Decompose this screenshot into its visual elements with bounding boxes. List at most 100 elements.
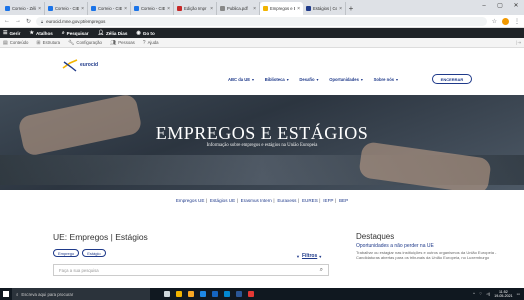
- windows-taskbar: ⌕ Escreva aqui para procurar ^ ⌔ ◁) 11:5…: [0, 288, 524, 300]
- toolbar-item-gerir[interactable]: ☰ Gerir: [3, 30, 20, 36]
- admin-item-pessoas[interactable]: 👥︎ Pessoas: [110, 40, 135, 46]
- document-icon: ▤: [3, 39, 8, 46]
- tag-estagio[interactable]: Estágio: [82, 249, 106, 257]
- app-app-icon[interactable]: [248, 291, 254, 297]
- close-tab-icon[interactable]: ×: [297, 6, 300, 12]
- url-text: eurocid.mne.gov.pt/empregos: [46, 18, 106, 24]
- destaques-headline[interactable]: Oportunidades a não perder na UE: [356, 243, 516, 249]
- link-separator: |: [236, 198, 238, 203]
- nav-item-biblioteca[interactable]: Biblioteca ▼: [265, 77, 290, 82]
- toolbar-item-label: Go to: [142, 30, 155, 36]
- chrome-app-icon[interactable]: [176, 291, 182, 297]
- toolbar-item-label: Zélia Dias: [105, 30, 128, 36]
- chevron-down-icon: ▾: [319, 253, 322, 259]
- admin-item-estrutura[interactable]: ⊞ Estrutura: [36, 40, 60, 46]
- link-empregos-ue[interactable]: Empregos UE: [176, 198, 205, 203]
- browser-tab[interactable]: Correio - CIEJ ×: [131, 2, 174, 15]
- word-app-icon[interactable]: [236, 291, 242, 297]
- nav-item-oportunidades[interactable]: Oportunidades ▼: [329, 77, 363, 82]
- encerrar-button[interactable]: ENCERRAR: [432, 74, 472, 84]
- notifications-icon[interactable]: ▭: [517, 292, 520, 296]
- site-logo[interactable]: eurocid: [62, 58, 98, 72]
- store-app-icon[interactable]: [200, 291, 206, 297]
- toolbar-item-goto[interactable]: ◉ Go to: [136, 30, 154, 36]
- close-tab-icon[interactable]: ×: [210, 6, 213, 12]
- back-icon[interactable]: ←: [4, 18, 10, 24]
- start-button[interactable]: [0, 288, 12, 300]
- caret-down-icon: ▼: [251, 78, 255, 82]
- link-separator: |: [297, 198, 300, 203]
- link-bep[interactable]: BEP: [339, 198, 348, 203]
- search-icon[interactable]: ⌕: [320, 267, 323, 274]
- browser-menu-icon[interactable]: ⋮: [514, 18, 520, 25]
- link-euraxess[interactable]: Euraxess: [277, 198, 296, 203]
- admin-item-configuracao[interactable]: 🔧︎ Configuração: [68, 40, 102, 46]
- close-tab-icon[interactable]: ×: [81, 6, 84, 12]
- browser-tab[interactable]: Empregos e E ×: [260, 2, 303, 15]
- collapse-toolbar-icon[interactable]: |⇥: [516, 40, 521, 46]
- close-tab-icon[interactable]: ×: [124, 6, 127, 12]
- link-separator: |: [334, 198, 337, 203]
- minimize-button[interactable]: –: [476, 0, 492, 12]
- user-icon: 👤︎: [97, 30, 104, 36]
- wifi-icon[interactable]: ⌔: [479, 292, 482, 297]
- mail-app-icon[interactable]: [224, 291, 230, 297]
- browser-tab[interactable]: Correio - CIEJ ×: [45, 2, 88, 15]
- nav-item-sobre[interactable]: Sobre nós ▼: [374, 77, 399, 82]
- toolbar-item-pesquisar[interactable]: ⌕ Pesquisar: [62, 30, 89, 36]
- filters-toggle[interactable]: ▼ Filtros ▾: [296, 253, 321, 259]
- link-estagios-ue[interactable]: Estágios UE: [210, 198, 235, 203]
- link-eures[interactable]: EURES: [302, 198, 318, 203]
- tab-title: Edição Impr: [184, 6, 207, 11]
- admin-item-ajuda[interactable]: ? Ajuda: [143, 40, 159, 46]
- new-tab-button[interactable]: +: [346, 2, 356, 15]
- nav-item-desafio[interactable]: Desafio ▼: [299, 77, 319, 82]
- clock[interactable]: 11:52 19-05-2021: [494, 290, 512, 298]
- tab-favicon-icon: [91, 6, 96, 11]
- url-field[interactable]: 🔒︎ eurocid.mne.gov.pt/empregos: [36, 16, 487, 26]
- address-bar: ← → ↻ 🔒︎ eurocid.mne.gov.pt/empregos ☆ ⋮: [0, 15, 524, 28]
- taskbar-search[interactable]: ⌕ Escreva aqui para procurar: [12, 288, 150, 300]
- toolbar-item-atalhos[interactable]: ★ Atalhos: [29, 30, 52, 36]
- search-icon: ⌕: [16, 291, 19, 297]
- close-tab-icon[interactable]: ×: [167, 6, 170, 12]
- wrench-icon: 🔧︎: [68, 39, 75, 46]
- forward-icon[interactable]: →: [15, 18, 21, 24]
- profile-avatar[interactable]: [502, 17, 509, 25]
- maximize-button[interactable]: ▢: [492, 0, 508, 12]
- search-field[interactable]: Faça a sua pesquisa ⌕: [53, 264, 329, 276]
- explorer-app-icon[interactable]: [188, 291, 194, 297]
- volume-icon[interactable]: ◁): [486, 292, 490, 296]
- task-view-app-icon[interactable]: [164, 291, 170, 297]
- taskbar-search-placeholder: Escreva aqui para procurar: [21, 291, 74, 297]
- browser-tab[interactable]: Correio - Zélia ×: [2, 2, 45, 15]
- tag-list: Emprego Estágio: [53, 249, 331, 257]
- close-tab-icon[interactable]: ×: [339, 6, 342, 12]
- close-tab-icon[interactable]: ×: [38, 6, 41, 12]
- close-window-button[interactable]: ✕: [508, 0, 524, 12]
- nav-label: Desafio: [299, 77, 315, 82]
- tab-title: Correio - Zélia: [12, 6, 37, 11]
- close-tab-icon[interactable]: ×: [253, 6, 256, 12]
- tag-emprego[interactable]: Emprego: [53, 249, 80, 257]
- admin-item-conteudo[interactable]: ▤ Conteúdo: [3, 40, 28, 46]
- browser-tab[interactable]: Estágios | Ce ×: [303, 2, 346, 15]
- link-iefp[interactable]: IEFP: [323, 198, 333, 203]
- link-erasmus-intern[interactable]: Erasmus Intern: [241, 198, 272, 203]
- clock-date: 19-05-2021: [494, 294, 513, 298]
- browser-tab[interactable]: Publica.pdf ×: [217, 2, 260, 15]
- edge-app-icon[interactable]: [212, 291, 218, 297]
- reload-icon[interactable]: ↻: [26, 18, 31, 25]
- admin-item-label: Conteúdo: [9, 40, 29, 45]
- bookmark-star-icon[interactable]: ☆: [492, 18, 497, 25]
- admin-breadcrumb-bar: ▤ Conteúdo ⊞ Estrutura 🔧︎ Configuração 👥︎ Pe…: [0, 38, 524, 48]
- page-title: UE: Empregos | Estágios: [53, 232, 148, 242]
- caret-down-icon: ▼: [395, 78, 399, 82]
- star-icon: ★: [29, 30, 34, 36]
- browser-tab[interactable]: Edição Impr ×: [174, 2, 217, 15]
- tray-chevron-icon[interactable]: ^: [473, 292, 475, 296]
- nav-item-abc[interactable]: ABC da UE ▼: [228, 77, 255, 82]
- browser-tab[interactable]: Correio - CIEJ ×: [88, 2, 131, 15]
- toolbar-item-user[interactable]: 👤︎ Zélia Dias: [98, 30, 128, 36]
- caret-down-icon: ▼: [315, 78, 320, 82]
